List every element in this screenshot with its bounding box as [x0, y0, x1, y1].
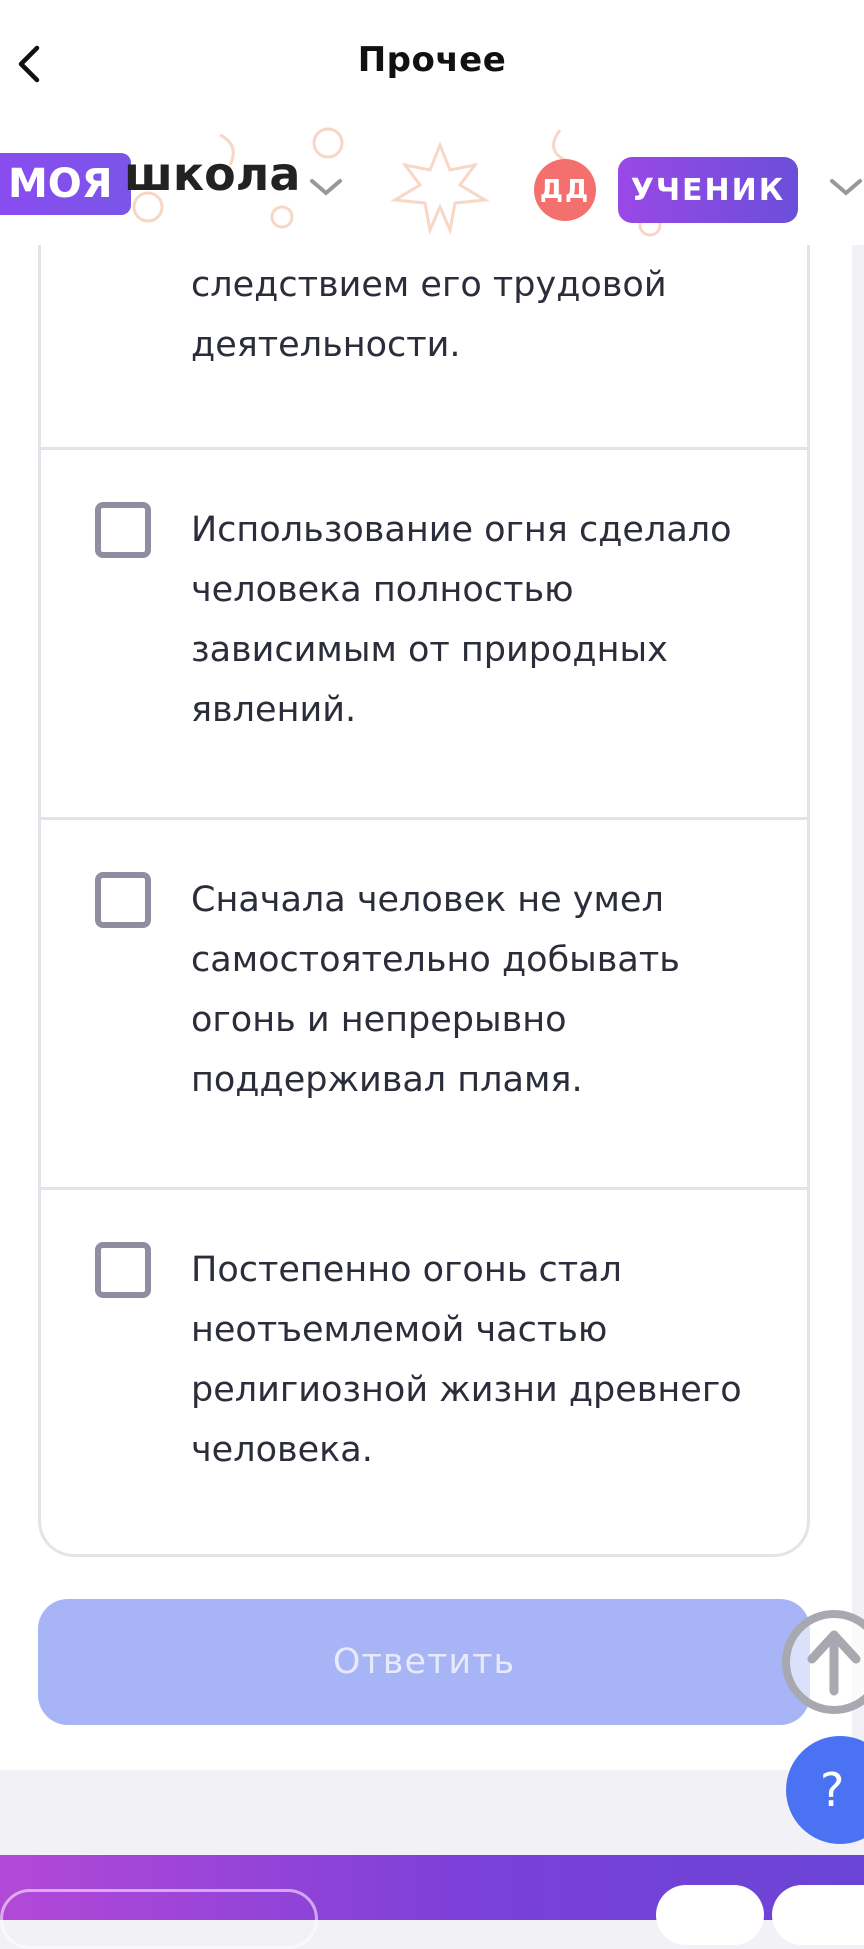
- chevron-down-icon[interactable]: [308, 177, 344, 199]
- answer-option[interactable]: следствием его трудовой деятельности.: [41, 245, 807, 450]
- answer-option-text: Постепенно огонь стал неотъемлемой часть…: [191, 1250, 742, 1470]
- submit-button[interactable]: Ответить: [38, 1599, 810, 1725]
- logo-badge: МОЯ: [0, 153, 131, 215]
- bottom-pill[interactable]: [0, 1889, 318, 1949]
- role-badge[interactable]: УЧЕНИК: [618, 157, 798, 223]
- brand-bar: МОЯ школа ДД УЧЕНИК: [0, 125, 864, 245]
- top-bar: Прочее: [0, 0, 864, 125]
- answer-options: следствием его трудовой деятельности. Ис…: [38, 245, 810, 1557]
- bottom-bar: [0, 1855, 864, 1949]
- avatar[interactable]: ДД: [534, 159, 596, 221]
- bottom-pill[interactable]: [656, 1885, 764, 1945]
- answer-option[interactable]: Сначала человек не умел самостоятельно д…: [41, 820, 807, 1190]
- answer-option[interactable]: Использование огня сделало человека полн…: [41, 450, 807, 820]
- question-card: следствием его трудовой деятельности. Ис…: [0, 245, 852, 1770]
- answer-checkbox[interactable]: [95, 502, 151, 558]
- logo-text: школа: [124, 147, 301, 201]
- answer-checkbox[interactable]: [95, 872, 151, 928]
- page-title: Прочее: [357, 40, 507, 80]
- arrow-up-icon: [807, 1630, 861, 1696]
- answer-option-text: Сначала человек не умел самостоятельно д…: [191, 880, 680, 1100]
- bottom-pill[interactable]: [772, 1885, 864, 1945]
- answer-checkbox[interactable]: [95, 1242, 151, 1298]
- answer-option-text: Использование огня сделало человека полн…: [191, 510, 732, 730]
- chevron-down-icon[interactable]: [828, 177, 864, 199]
- answer-option-text: следствием его трудовой деятельности.: [191, 265, 667, 365]
- answer-option[interactable]: Постепенно огонь стал неотъемлемой часть…: [41, 1190, 807, 1554]
